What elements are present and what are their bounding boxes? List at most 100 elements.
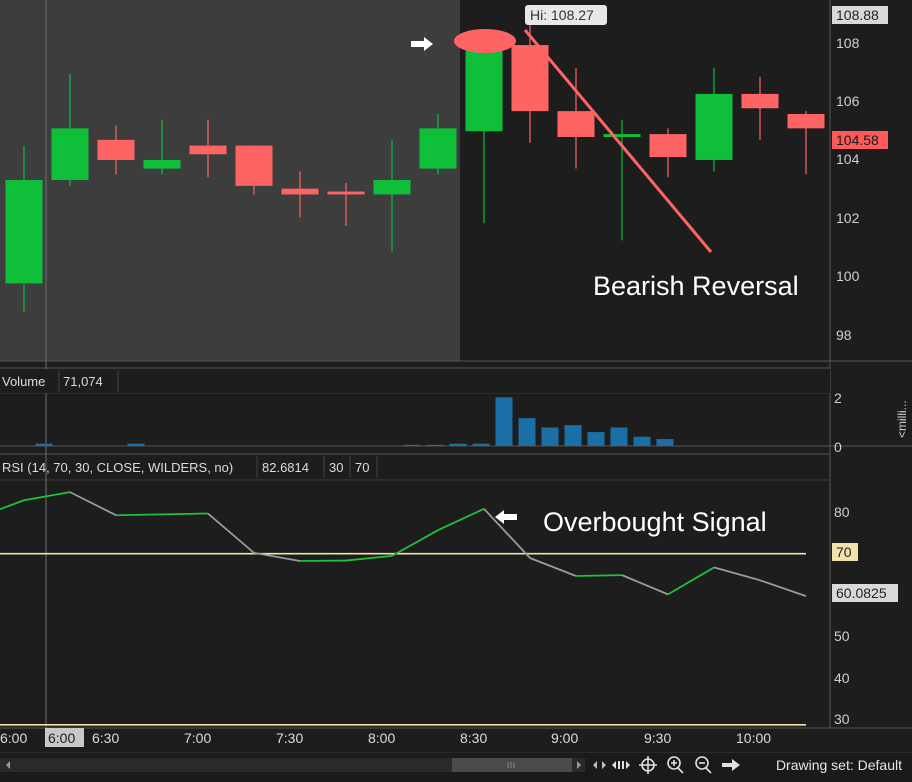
candle-body bbox=[420, 128, 457, 168]
price-tick: 100 bbox=[836, 268, 860, 284]
rsi-segment bbox=[24, 492, 70, 500]
rsi-segment bbox=[576, 575, 622, 576]
rsi-segment bbox=[760, 580, 806, 596]
candle-body bbox=[282, 189, 319, 195]
volume-bar bbox=[450, 444, 467, 446]
rsi-segment bbox=[208, 514, 254, 553]
time-label: 8:30 bbox=[460, 730, 487, 746]
time-label: 6:00 bbox=[0, 730, 27, 746]
volume-tick: 0 bbox=[834, 439, 842, 455]
candle-body bbox=[144, 160, 181, 169]
hi-label: Hi: 108.27 bbox=[530, 7, 594, 23]
pan-right-icon[interactable] bbox=[602, 761, 606, 769]
rsi-last-tag: 60.0825 bbox=[836, 585, 887, 601]
volume-bar bbox=[657, 439, 674, 446]
price-tick: 98 bbox=[836, 327, 852, 343]
expand-time-axis-icon[interactable] bbox=[612, 761, 630, 769]
candle-body bbox=[6, 180, 43, 283]
time-label: 7:30 bbox=[276, 730, 303, 746]
rsi-segment bbox=[392, 530, 438, 556]
high-marker-ellipse bbox=[454, 29, 516, 53]
pan-left-icon[interactable] bbox=[593, 761, 597, 769]
time-axis: 6:00 6:00 6:30 7:00 7:30 8:00 8:30 9:00 … bbox=[0, 728, 771, 747]
rsi-segment bbox=[530, 558, 576, 576]
rsi-tick: 50 bbox=[834, 628, 850, 644]
rsi-segment bbox=[0, 500, 24, 517]
rsi-label: RSI (14, 70, 30, CLOSE, WILDERS, no) bbox=[2, 460, 233, 475]
rsi-value: 82.6814 bbox=[262, 460, 309, 475]
candle-body bbox=[742, 94, 779, 108]
time-label: 10:00 bbox=[736, 730, 771, 746]
rsi-segment bbox=[668, 567, 714, 594]
candle-body bbox=[374, 180, 411, 194]
time-label: 9:30 bbox=[644, 730, 671, 746]
candle-body bbox=[328, 192, 365, 195]
time-label: 6:30 bbox=[92, 730, 119, 746]
price-tick: 104 bbox=[836, 151, 860, 167]
crosshair-time-tag: 6:00 bbox=[48, 730, 75, 746]
volume-bar bbox=[473, 444, 490, 446]
candle-body bbox=[236, 146, 273, 186]
volume-bar bbox=[588, 432, 605, 446]
candle-body bbox=[466, 48, 503, 131]
drawing-set-selector[interactable]: Drawing set: Default bbox=[776, 757, 902, 773]
rsi-level-lines bbox=[0, 554, 806, 725]
scrollbar-thumb[interactable] bbox=[452, 758, 572, 772]
candle-body bbox=[52, 128, 89, 180]
time-label: 7:00 bbox=[184, 730, 211, 746]
rsi-segment bbox=[438, 509, 484, 530]
rsi-segment bbox=[162, 514, 208, 515]
rsi-segment bbox=[70, 492, 116, 515]
price-tick: 108 bbox=[836, 35, 860, 51]
crosshair-icon[interactable] bbox=[639, 756, 657, 774]
price-tick: 106 bbox=[836, 93, 860, 109]
volume-bar bbox=[496, 397, 513, 446]
candle-body bbox=[788, 114, 825, 128]
rsi-segment bbox=[622, 575, 668, 594]
volume-bar bbox=[404, 445, 421, 446]
zoom-out-icon[interactable] bbox=[696, 757, 711, 773]
candle-body bbox=[98, 140, 135, 160]
price-tick: 102 bbox=[836, 210, 860, 226]
bearish-reversal-label: Bearish Reversal bbox=[593, 271, 799, 301]
rsi-tick: 40 bbox=[834, 670, 850, 686]
rsi-tick: 30 bbox=[834, 711, 850, 727]
overbought-signal-label: Overbought Signal bbox=[543, 507, 767, 537]
rsi-segment bbox=[714, 567, 760, 580]
price-y-axis: 108 106 104 102 100 98 bbox=[836, 35, 860, 343]
go-to-latest-icon[interactable] bbox=[722, 759, 740, 771]
rsi-segment bbox=[116, 514, 162, 515]
rsi-overbought-value: 70 bbox=[355, 460, 369, 475]
volume-bar bbox=[36, 444, 53, 446]
rsi-oversold-value: 30 bbox=[329, 460, 343, 475]
volume-header-bg bbox=[0, 369, 830, 393]
candle-body bbox=[190, 146, 227, 155]
time-label: 9:00 bbox=[551, 730, 578, 746]
volume-tick: 2 bbox=[834, 390, 842, 406]
volume-bar bbox=[542, 427, 559, 446]
volume-value: 71,074 bbox=[63, 374, 103, 389]
volume-bar bbox=[427, 445, 444, 446]
candle-body bbox=[696, 94, 733, 160]
volume-bar bbox=[519, 418, 536, 446]
volume-bar bbox=[128, 444, 145, 446]
volume-label: Volume bbox=[2, 374, 45, 389]
rsi-tick: 80 bbox=[834, 504, 850, 520]
volume-bar bbox=[565, 425, 582, 446]
rsi-segment bbox=[346, 556, 392, 561]
candle-body bbox=[604, 134, 641, 137]
bottom-toolbar: Drawing set: Default bbox=[0, 752, 912, 782]
rsi-70-tag: 70 bbox=[836, 544, 852, 560]
zoom-in-icon[interactable] bbox=[668, 757, 683, 773]
time-label: 8:00 bbox=[368, 730, 395, 746]
volume-bar bbox=[634, 437, 651, 446]
volume-units-label: <milli... bbox=[895, 400, 909, 438]
chart-canvas[interactable]: 108 106 104 102 100 98 108.88 104.58 Hi:… bbox=[0, 0, 912, 752]
candle-body bbox=[558, 111, 595, 137]
left-arrow-icon bbox=[495, 510, 517, 524]
candle-body bbox=[512, 45, 549, 111]
top-price-tag: 108.88 bbox=[836, 7, 879, 23]
last-price-tag: 104.58 bbox=[836, 132, 879, 148]
volume-bar bbox=[611, 427, 628, 446]
candle-body bbox=[650, 134, 687, 157]
